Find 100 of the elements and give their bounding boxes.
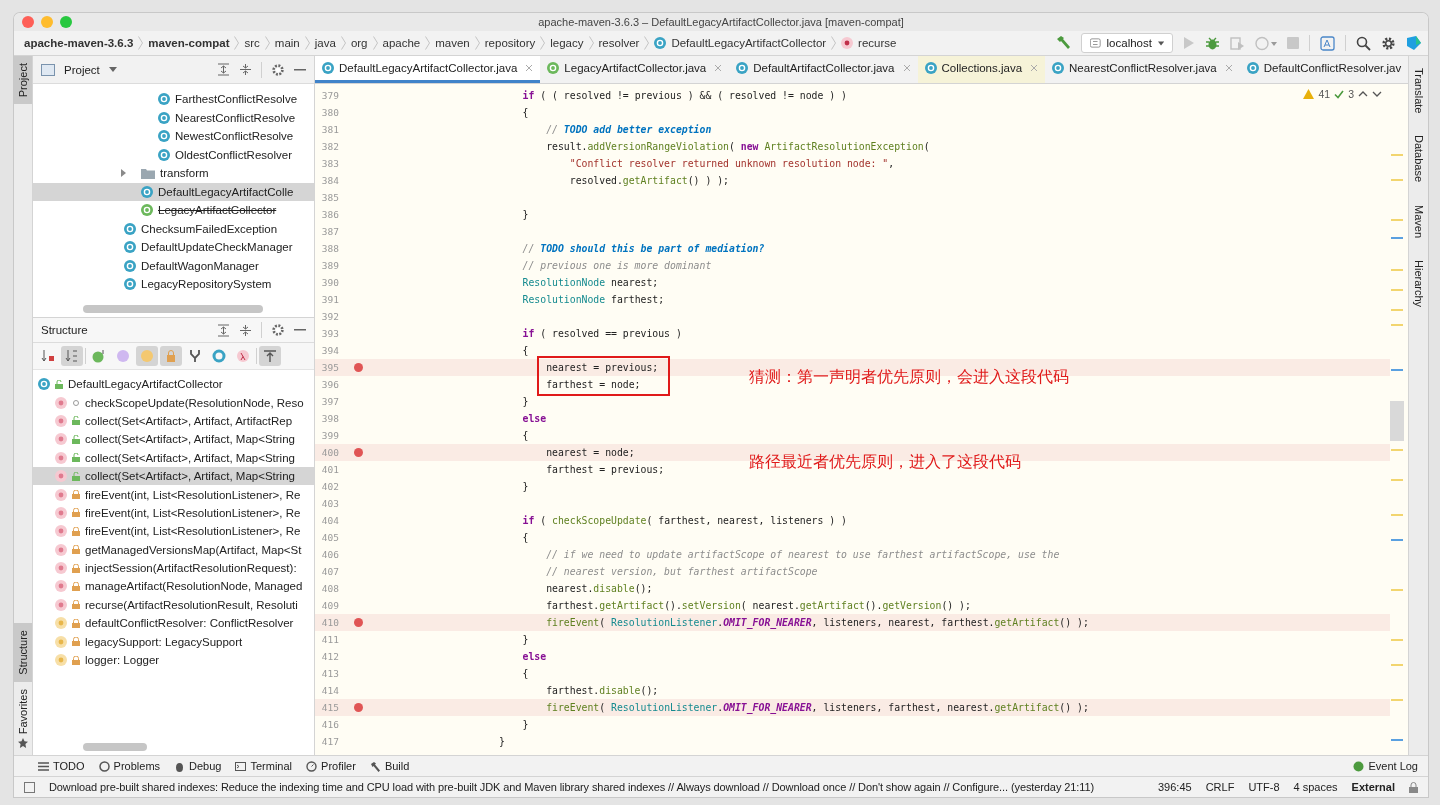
structure-item[interactable]: logger: Logger [85, 654, 160, 667]
tool-window-tab[interactable]: Problems [98, 760, 161, 772]
breadcrumb-item[interactable]: java [314, 37, 336, 49]
collapse-all-icon[interactable] [239, 63, 252, 76]
tree-item[interactable]: ChecksumFailedException [141, 222, 278, 235]
expand-all-icon[interactable] [217, 63, 230, 76]
tree-item[interactable]: LegacyRepositorySystem [141, 278, 272, 291]
tool-window-tab[interactable]: Maven [1409, 196, 1428, 252]
breakpoint-icon[interactable] [354, 703, 363, 712]
toolbar-toggle-button[interactable] [136, 346, 158, 366]
close-icon[interactable] [1224, 64, 1233, 72]
editor-tab[interactable]: Collections.java [917, 56, 1046, 83]
breakpoint-icon[interactable] [354, 618, 363, 627]
translate-icon[interactable] [1320, 35, 1335, 51]
breadcrumb-item[interactable]: org [350, 37, 368, 49]
editor-tab[interactable]: DefaultConflictResolver.jav [1239, 56, 1409, 83]
toolbar-toggle-button[interactable] [61, 346, 83, 366]
breadcrumb-item[interactable]: recurse [858, 37, 897, 49]
close-icon[interactable] [714, 64, 723, 72]
breadcrumb-item[interactable]: resolver [598, 37, 640, 49]
tree-item[interactable]: DefaultUpdateCheckManager [141, 241, 293, 254]
structure-item[interactable]: manageArtifact(ResolutionNode, Managed [85, 580, 303, 593]
structure-item[interactable]: recurse(ArtifactResolutionResult, Resoluti [85, 598, 298, 611]
breadcrumb-item[interactable]: apache-maven-3.6.3 [24, 37, 134, 49]
editor-tab[interactable]: NearestConflictResolver.java [1045, 56, 1240, 83]
structure-item[interactable]: fireEvent(int, List<ResolutionListener>, Re [85, 506, 301, 519]
tree-item[interactable]: NewestConflictResolve [175, 130, 294, 143]
breadcrumb-item[interactable]: src [244, 37, 260, 49]
breadcrumb-item[interactable]: main [274, 37, 300, 49]
collapse-all-icon[interactable] [239, 323, 252, 337]
breadcrumb-item[interactable]: maven-compat [148, 37, 230, 49]
dropdown-caret-icon[interactable] [108, 67, 117, 72]
settings-icon[interactable] [271, 323, 285, 337]
tool-window-tab[interactable]: Structure [14, 623, 32, 682]
tool-window-tab[interactable]: Translate [1409, 60, 1428, 128]
editor-tab[interactable]: LegacyArtifactCollector.java [540, 56, 730, 83]
editor-tab[interactable]: DefaultArtifactCollector.java [729, 56, 918, 83]
tool-window-tab[interactable]: Build [369, 760, 410, 772]
breadcrumb-item[interactable]: repository [484, 37, 536, 49]
structure-item[interactable]: defaultConflictResolver: ConflictResolver [85, 617, 294, 630]
tree-item[interactable]: LegacyArtifactCollector [158, 204, 277, 217]
tool-window-tab[interactable]: Debug [174, 760, 222, 772]
tool-window-tab[interactable]: Profiler [306, 760, 356, 772]
breadcrumb-item[interactable]: legacy [550, 37, 584, 49]
minimize-icon[interactable] [294, 68, 306, 71]
bug-icon[interactable] [1205, 35, 1220, 51]
panel-title[interactable]: Project [64, 63, 100, 76]
indent-setting[interactable]: 4 spaces [1293, 781, 1338, 793]
close-icon[interactable] [1030, 64, 1039, 72]
scrollbar-thumb[interactable] [83, 743, 147, 751]
tree-item[interactable]: transform [160, 167, 209, 180]
code-style-context[interactable]: External [1351, 781, 1395, 793]
breadcrumb-item[interactable]: apache [382, 37, 421, 49]
expand-arrow-icon[interactable] [119, 169, 127, 178]
run-configuration-dropdown[interactable]: localhost [1081, 33, 1173, 53]
tree-item[interactable]: FarthestConflictResolve [175, 93, 298, 106]
tool-window-tab[interactable]: Terminal [235, 760, 293, 772]
tool-window-tab[interactable]: TODO [38, 760, 85, 772]
structure-item[interactable]: collect(Set<Artifact>, Artifact, Map<String [85, 433, 295, 446]
status-message[interactable]: Download pre-built shared indexes: Reduce the indexing time and CPU load with pre-built JDK and Maven library shared indexes // Always download // Download once // Don't show again // Configure... (yesterday 21:11) [49, 781, 1095, 793]
search-icon[interactable] [1356, 35, 1371, 51]
structure-item[interactable]: collect(Set<Artifact>, Artifact, ArtifactRep [85, 414, 293, 427]
breakpoint-icon[interactable] [354, 363, 363, 372]
tool-window-tab[interactable]: Database [1409, 127, 1428, 197]
structure-item[interactable]: checkScopeUpdate(ResolutionNode, Reso [85, 396, 304, 409]
typo-count[interactable]: 3 [1348, 88, 1354, 100]
scrollbar-thumb[interactable] [83, 305, 263, 313]
structure-item[interactable]: collect(Set<Artifact>, Artifact, Map<String [85, 451, 295, 464]
structure-item[interactable]: DefaultLegacyArtifactCollector [68, 378, 223, 391]
hammer-icon[interactable] [1055, 35, 1071, 51]
breakpoint-icon[interactable] [354, 448, 363, 457]
profiler-icon[interactable] [1255, 35, 1277, 51]
structure-item[interactable]: injectSession(ArtifactResolutionRequest): [85, 562, 297, 575]
tool-window-tab[interactable]: Hierarchy [1409, 251, 1428, 321]
tool-window-tab[interactable]: Event Log [1353, 760, 1418, 772]
structure-item[interactable]: fireEvent(int, List<ResolutionListener>, Re [85, 488, 301, 501]
structure-item[interactable]: legacySupport: LegacySupport [85, 635, 243, 648]
toolbox-icon[interactable] [1406, 35, 1422, 51]
tree-item[interactable]: OldestConflictResolver [175, 148, 292, 161]
close-window-button[interactable] [22, 16, 34, 28]
structure-item[interactable]: fireEvent(int, List<ResolutionListener>, Re [85, 525, 301, 538]
minimize-icon[interactable] [294, 329, 306, 331]
square-icon[interactable] [24, 781, 35, 793]
file-encoding[interactable]: UTF-8 [1248, 781, 1280, 793]
expand-all-icon[interactable] [217, 323, 230, 337]
toolbar-toggle-button[interactable] [160, 346, 182, 366]
warning-count[interactable]: 41 [1318, 88, 1331, 100]
zoom-window-button[interactable] [60, 16, 72, 28]
breadcrumb-item[interactable]: maven [435, 37, 470, 49]
structure-item[interactable]: getManagedVersionsMap(Artifact, Map<St [85, 543, 302, 556]
editor-tab[interactable]: DefaultLegacyArtifactCollector.java [315, 56, 541, 83]
coverage-icon[interactable] [1230, 35, 1245, 51]
tree-item[interactable]: DefaultWagonManager [141, 259, 259, 272]
close-icon[interactable] [525, 64, 534, 72]
lock-icon[interactable] [1409, 781, 1418, 793]
tool-window-tab[interactable]: Favorites [14, 681, 32, 755]
tree-item[interactable]: NearestConflictResolve [175, 111, 296, 124]
caret-position[interactable]: 396:45 [1158, 781, 1192, 793]
toolbar-toggle-button[interactable] [259, 346, 281, 366]
close-icon[interactable] [902, 64, 911, 72]
